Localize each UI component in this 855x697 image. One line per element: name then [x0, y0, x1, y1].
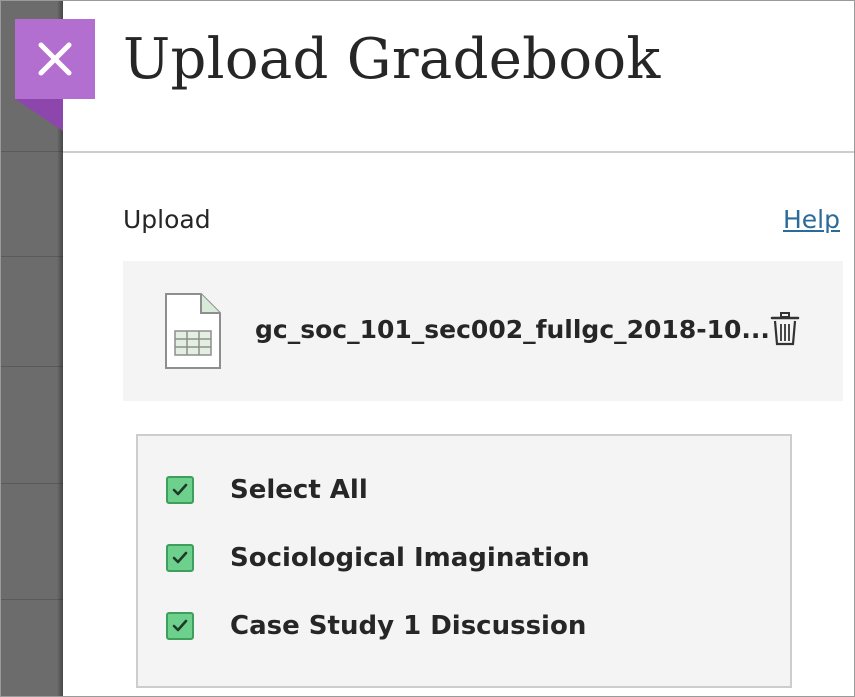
option-label: Case Study 1 Discussion [230, 611, 587, 641]
column-selection-list: Select All Sociological Imagination Case… [136, 434, 792, 688]
file-name: gc_soc_101_sec002_fullgc_2018-10... [255, 315, 770, 344]
help-link[interactable]: Help [783, 205, 840, 234]
rail-row-divider [1, 256, 63, 257]
option-label: Select All [230, 475, 368, 505]
rail-row-divider [1, 151, 63, 152]
upload-label: Upload [123, 205, 211, 234]
column-checkbox-case-study-1-discussion[interactable]: Case Study 1 Discussion [166, 609, 586, 643]
upload-gradebook-panel: Upload Gradebook Upload Help gc_soc_101_… [0, 0, 855, 697]
rail-row-divider [1, 366, 63, 367]
close-button[interactable] [15, 19, 95, 99]
rail-row-divider [1, 483, 63, 484]
header-divider [63, 151, 854, 153]
option-label: Sociological Imagination [230, 543, 590, 573]
spreadsheet-file-icon [165, 293, 221, 369]
uploaded-file-card: gc_soc_101_sec002_fullgc_2018-10... [123, 261, 843, 401]
close-tab-fold [15, 99, 63, 131]
checkbox-checked-icon[interactable] [166, 544, 194, 572]
column-checkbox-sociological-imagination[interactable]: Sociological Imagination [166, 541, 590, 575]
checkbox-checked-icon[interactable] [166, 612, 194, 640]
select-all-checkbox[interactable]: Select All [166, 473, 368, 507]
page-title: Upload Gradebook [123, 27, 661, 92]
rail-row-divider [1, 599, 63, 600]
checkbox-checked-icon[interactable] [166, 476, 194, 504]
close-icon [38, 42, 72, 76]
trash-icon[interactable] [769, 311, 801, 347]
